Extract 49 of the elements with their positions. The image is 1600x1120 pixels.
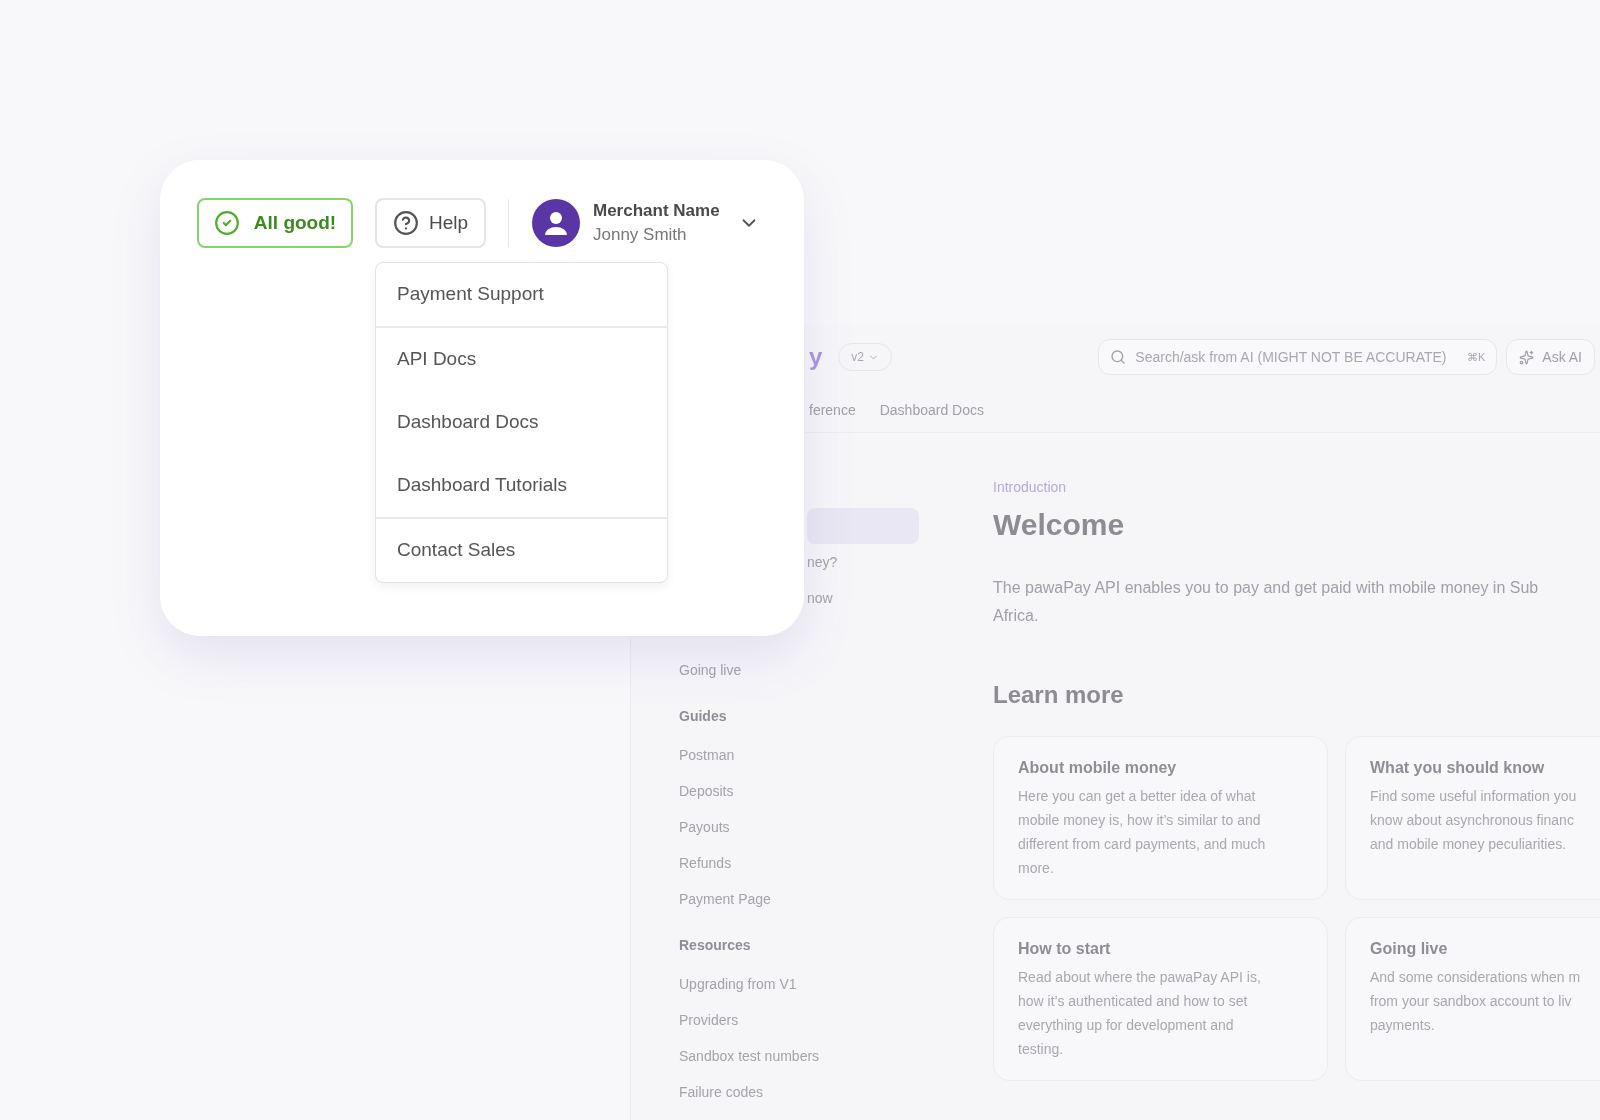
sidebar-item[interactable]: Deposits (679, 773, 919, 809)
section-title: Learn more (993, 680, 1125, 710)
card-description: Read about where the pawaPay API is, how it’s authenticated and how to set everything up for development and testing. (1018, 968, 1262, 1059)
sidebar-item[interactable]: Sandbox test numbers (679, 1038, 919, 1074)
menu-item[interactable]: Dashboard Docs (376, 391, 667, 454)
sidebar-heading: Guides (679, 706, 728, 726)
sparkle-icon (1519, 349, 1535, 365)
info-card[interactable]: About mobile money Here you can get a better idea of what mobile money is, how it’s similar to and different from card payments, and much more. (993, 736, 1328, 900)
help-button[interactable]: Help (375, 198, 486, 248)
sidebar-item[interactable]: Failure codes (679, 1074, 919, 1110)
sidebar-item[interactable]: ney? (807, 544, 919, 580)
menu-item[interactable]: API Docs (376, 328, 667, 391)
nav-tab[interactable]: Dashboard Docs (879, 400, 984, 421)
sidebar-item[interactable]: Postman (679, 737, 919, 773)
check-circle-icon (213, 210, 240, 236)
nav-tab[interactable]: ference (809, 400, 856, 421)
card-description: Here you can get a better idea of what mobile money is, how it’s similar to and different from card payments, and much more. (1018, 787, 1267, 878)
user-name: Jonny Smith (593, 224, 688, 246)
menu-item[interactable]: Dashboard Tutorials (376, 454, 667, 517)
shortcut-hint: ⌘K (1466, 350, 1486, 365)
info-card[interactable]: How to start Read about where the pawaPay API is, how it’s authenticated and how to set everything up for development and testing. (993, 917, 1328, 1081)
sidebar-item[interactable]: Providers (679, 1002, 919, 1038)
menu-item[interactable]: Payment Support (376, 263, 667, 326)
help-icon (392, 210, 419, 236)
sidebar-item[interactable]: Refunds (679, 845, 919, 881)
card-title: Going live (1370, 939, 1449, 959)
status-button[interactable]: All good! (197, 198, 353, 248)
menu-item[interactable]: Contact Sales (376, 519, 667, 582)
merchant-name: Merchant Name (593, 200, 720, 222)
sidebar-item[interactable]: now (807, 580, 919, 616)
search-icon (1110, 349, 1127, 365)
logo-text: y (809, 342, 823, 372)
ask-ai-button[interactable]: Ask AI (1506, 339, 1595, 375)
info-card[interactable]: Going live And some considerations when m from your sandbox account to liv payments. (1345, 917, 1600, 1081)
page-title: Welcome (993, 507, 1126, 543)
card-description: And some considerations when m from your sandbox account to liv payments. (1370, 968, 1582, 1035)
breadcrumb: Introduction (993, 478, 1068, 497)
avatar-icon[interactable] (532, 199, 580, 247)
card-title: About mobile money (1018, 758, 1178, 778)
sidebar-item[interactable]: Payouts (679, 809, 919, 845)
intro-paragraph: The pawaPay API enables you to pay and get paid with mobile money in Sub Africa. (993, 578, 1540, 626)
info-card[interactable]: What you should know Find some useful information you know about asynchronous financ and mobile money peculiarities. (1345, 736, 1600, 900)
card-description: Find some useful information you know about asynchronous financ and mobile money peculiarities. (1370, 787, 1578, 854)
sidebar-item[interactable]: Payment Page (679, 881, 919, 917)
sidebar-item[interactable]: Upgrading from V1 (679, 966, 919, 1002)
card-title: How to start (1018, 939, 1112, 959)
sidebar-heading: Resources (679, 935, 752, 955)
card-title: What you should know (1370, 758, 1546, 778)
sidebar-item[interactable]: Going live (679, 652, 919, 688)
